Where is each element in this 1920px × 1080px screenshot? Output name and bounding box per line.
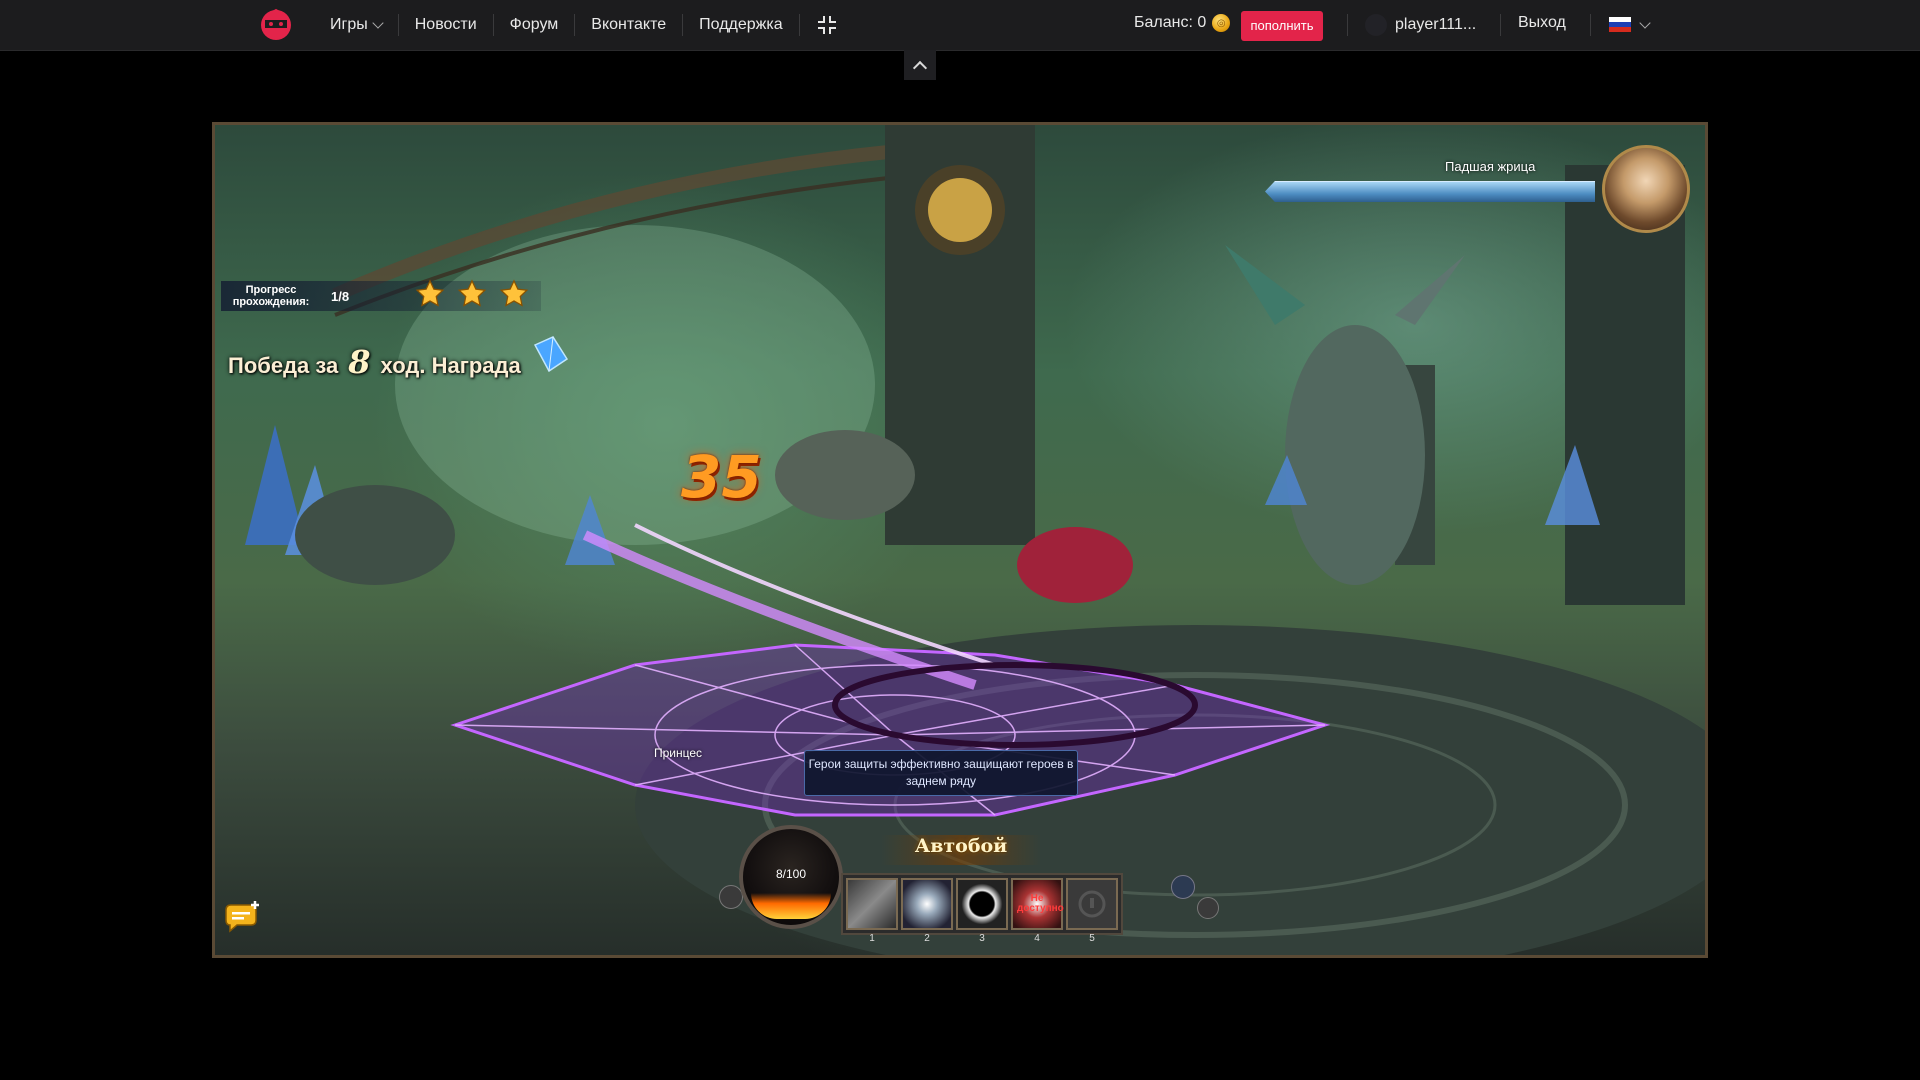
ally-hero-label: Принцес: [654, 746, 703, 760]
divider: [1347, 14, 1348, 36]
energy-value: 8/100: [775, 867, 807, 881]
skill-slot-2[interactable]: 2: [901, 878, 953, 944]
speed-icon[interactable]: [1171, 875, 1195, 899]
progress-label: Прогресс прохождения:: [232, 284, 310, 308]
fire-icon: [751, 893, 831, 919]
nav-item-games[interactable]: Игры: [318, 14, 398, 36]
victory-turns: 8: [348, 343, 371, 381]
skill-bar: 1 2 3 Не доступно 4 5: [841, 873, 1123, 944]
boss-name: Падшая жрица: [1445, 159, 1536, 174]
avatar: [1365, 14, 1387, 36]
game-viewport[interactable]: Прогресс прохождения: 1/8 Победа за 8 хо…: [212, 122, 1708, 958]
skill-slot-4[interactable]: Не доступно 4: [1011, 878, 1064, 944]
skill-unavailable-label: Не доступно: [1017, 893, 1064, 914]
skill-slot-number: 1: [869, 933, 875, 944]
boss-hp-bar: [1265, 181, 1595, 202]
balance-display: Баланс: 0 ◎: [1134, 14, 1231, 32]
star-icon: [457, 279, 487, 307]
victory-prefix: Победа за: [228, 353, 339, 378]
fullscreen-toggle[interactable]: [798, 14, 854, 36]
nav-item-support[interactable]: Поддержка: [682, 14, 798, 36]
battle-hud: 8/100 Автобой 1 2 3 Не доступно 4 5: [691, 825, 1231, 955]
divider: [1500, 14, 1501, 36]
autobattle-button[interactable]: Автобой: [881, 835, 1041, 865]
lock-icon: [1078, 890, 1106, 918]
divider: [1590, 14, 1591, 36]
skill-slot-number: 2: [924, 933, 930, 944]
chevron-down-icon: [1639, 16, 1651, 29]
crystal-reward-icon[interactable]: [531, 335, 571, 373]
coin-icon: ◎: [1212, 14, 1231, 32]
energy-orb: 8/100: [739, 825, 843, 929]
gear-icon[interactable]: [1197, 897, 1219, 919]
victory-condition: Победа за 8 ход. Награда: [228, 335, 571, 381]
skill-slot-number: 5: [1089, 933, 1095, 944]
language-selector[interactable]: [1609, 16, 1651, 32]
star-icon: [415, 279, 445, 307]
victory-suffix: ход. Награда: [380, 353, 521, 378]
username: player111...: [1395, 16, 1477, 33]
logout-link[interactable]: Выход: [1518, 14, 1566, 32]
chevron-down-icon: [372, 17, 384, 29]
nav-item-label: Поддержка: [699, 16, 783, 33]
topup-button[interactable]: пополнить: [1241, 11, 1323, 41]
stage-stars: [415, 279, 529, 309]
nav-item-label: Новости: [414, 16, 477, 33]
nav-item-news[interactable]: Новости: [397, 14, 493, 36]
russian-flag-icon: [1609, 17, 1631, 32]
progress-value: 1/8: [331, 288, 350, 304]
skill-slot-number: 4: [1034, 933, 1040, 944]
star-icon: [499, 279, 529, 307]
nav-item-vkontakte[interactable]: Вконтакте: [574, 14, 682, 36]
collapse-header-button[interactable]: [904, 50, 936, 80]
nav-item-forum[interactable]: Форум: [492, 14, 575, 36]
boss-portrait[interactable]: [1602, 145, 1690, 233]
nav-item-label: Игры: [330, 16, 368, 33]
damage-number: 35: [681, 443, 762, 511]
skill-slot-3[interactable]: 3: [956, 878, 1008, 944]
top-navigation-bar: Игры Новости Форум Вконтакте Поддержка Б…: [0, 0, 1920, 51]
nav-item-label: Вконтакте: [591, 16, 667, 33]
skill-slot-1[interactable]: 1: [846, 878, 898, 944]
user-menu[interactable]: player111...: [1365, 12, 1476, 38]
balance-label: Баланс: 0: [1134, 14, 1207, 31]
main-nav: Игры Новости Форум Вконтакте Поддержка: [318, 0, 854, 50]
site-logo-icon[interactable]: [259, 8, 293, 42]
skill-slot-number: 3: [979, 933, 985, 944]
chevron-up-icon: [912, 60, 928, 75]
nav-item-label: Форум: [509, 16, 559, 33]
chat-icon[interactable]: [223, 900, 263, 936]
exit-fullscreen-icon: [817, 16, 836, 34]
hint-tooltip: Герои защиты эффективно защищают героев …: [804, 750, 1078, 796]
skill-slot-5[interactable]: 5: [1066, 878, 1118, 944]
